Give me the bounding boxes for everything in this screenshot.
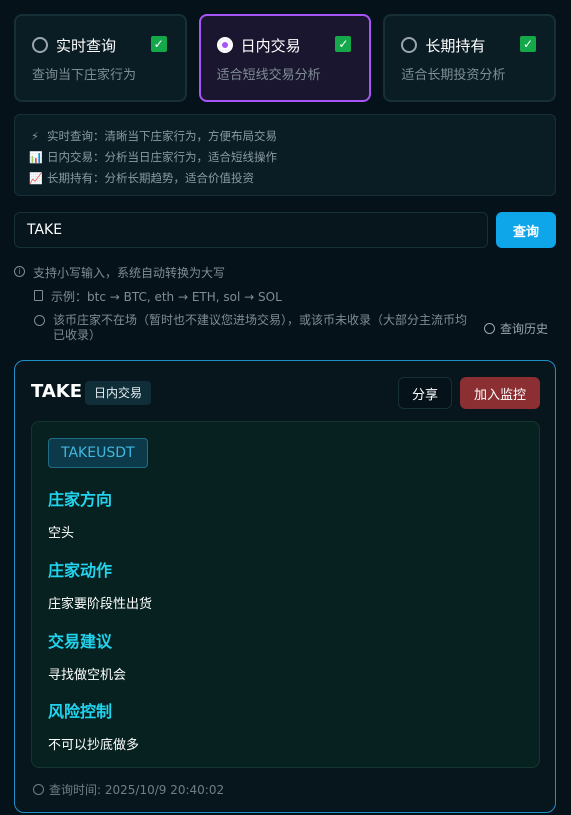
clock-icon bbox=[33, 784, 44, 795]
query-time-text: 查询时间: 2025/10/9 20:40:02 bbox=[49, 783, 225, 797]
query-button[interactable]: 查询 bbox=[496, 212, 556, 248]
section-value: 庄家要阶段性出货 bbox=[48, 597, 153, 612]
info-text: 日内交易：分析当日庄家行为，适合短线操作 bbox=[47, 150, 277, 164]
section-value: 不可以抄底做多 bbox=[48, 738, 140, 753]
radio-icon[interactable] bbox=[401, 37, 418, 53]
mode-selector: 实时查询 ✓ 查询当下庄家行为 日内交易 ✓ 适合短线交易分析 长期持有 ✓ 适… bbox=[14, 14, 557, 102]
section-heading: 庄家方向 bbox=[48, 490, 113, 509]
section-value: 空头 bbox=[48, 526, 75, 541]
query-timestamp: 查询时间: 2025/10/9 20:40:02 bbox=[33, 781, 224, 798]
info-line: 📈 长期持有：分析长期趋势，适合价值投资 bbox=[29, 168, 541, 189]
info-text: 长期持有：分析长期趋势，适合价值投资 bbox=[47, 171, 254, 185]
mode-card-longterm[interactable]: 长期持有 ✓ 适合长期投资分析 bbox=[383, 14, 557, 102]
mode-description: 适合短线交易分析 bbox=[216, 68, 321, 83]
section-heading: 风险控制 bbox=[48, 702, 113, 721]
info-line: ⚡ 实时查询：清晰当下庄家行为，方便布局交易 bbox=[29, 126, 541, 147]
section-action: 庄家动作 庄家要阶段性出货 bbox=[48, 557, 152, 612]
query-history-link[interactable]: 查询历史 bbox=[484, 320, 548, 337]
info-icon: i bbox=[14, 266, 25, 277]
analysis-panel: TAKEUSDT 庄家方向 空头 庄家动作 庄家要阶段性出货 交易建议 寻找做空… bbox=[31, 421, 540, 768]
trend-chart-icon: 📈 bbox=[29, 172, 43, 185]
hint-text: 示例：btc → BTC, eth → ETH, sol → SOL bbox=[51, 290, 282, 304]
checkbox-checked-icon[interactable]: ✓ bbox=[335, 36, 352, 52]
mode-card-intraday[interactable]: 日内交易 ✓ 适合短线交易分析 bbox=[198, 14, 372, 102]
info-line: 📊 日内交易：分析当日庄家行为，适合短线操作 bbox=[29, 147, 541, 168]
clock-icon bbox=[484, 323, 495, 334]
page: 实时查询 ✓ 查询当下庄家行为 日内交易 ✓ 适合短线交易分析 长期持有 ✓ 适… bbox=[0, 0, 571, 815]
symbol-search-input[interactable] bbox=[14, 212, 488, 248]
bar-chart-icon: 📊 bbox=[29, 151, 43, 164]
history-link-label: 查询历史 bbox=[500, 322, 549, 336]
radio-icon[interactable] bbox=[32, 37, 48, 53]
section-heading: 交易建议 bbox=[48, 632, 113, 651]
clock-icon bbox=[34, 315, 45, 326]
hint-not-found: 该币庄家不在场（暂时也不建议您进场交易），或该币未收录（大部分主流币均已收录） bbox=[34, 313, 474, 343]
mode-title: 实时查询 bbox=[56, 36, 117, 55]
hint-example: 示例：btc → BTC, eth → ETH, sol → SOL bbox=[34, 288, 282, 305]
mode-info-box: ⚡ 实时查询：清晰当下庄家行为，方便布局交易 📊 日内交易：分析当日庄家行为，适… bbox=[14, 114, 556, 196]
trading-pair-badge: TAKEUSDT bbox=[48, 438, 148, 468]
checkbox-checked-icon[interactable]: ✓ bbox=[150, 36, 167, 52]
lightning-icon: ⚡ bbox=[31, 130, 39, 143]
section-heading: 庄家动作 bbox=[48, 561, 113, 580]
mode-title: 日内交易 bbox=[240, 36, 301, 55]
section-suggestion: 交易建议 寻找做空机会 bbox=[48, 628, 126, 683]
mode-title: 长期持有 bbox=[425, 36, 486, 55]
add-monitor-button[interactable]: 加入监控 bbox=[460, 377, 540, 409]
checkbox-checked-icon[interactable]: ✓ bbox=[520, 36, 537, 52]
hint-text: 该币庄家不在场（暂时也不建议您进场交易），或该币未收录（大部分主流币均已收录） bbox=[53, 313, 468, 342]
hint-lowercase: i 支持小写输入，系统自动转换为大写 bbox=[14, 264, 225, 281]
section-value: 寻找做空机会 bbox=[48, 668, 127, 683]
hint-text: 支持小写输入，系统自动转换为大写 bbox=[33, 266, 226, 280]
document-icon bbox=[34, 290, 43, 301]
result-card: TAKE 日内交易 分享 加入监控 TAKEUSDT 庄家方向 空头 庄家动作 … bbox=[14, 360, 556, 813]
result-symbol: TAKE bbox=[31, 381, 83, 402]
section-risk: 风险控制 不可以抄底做多 bbox=[48, 698, 139, 753]
info-text: 实时查询：清晰当下庄家行为，方便布局交易 bbox=[47, 129, 277, 143]
section-direction: 庄家方向 空头 bbox=[48, 486, 112, 541]
share-button[interactable]: 分享 bbox=[398, 377, 452, 409]
mode-description: 适合长期投资分析 bbox=[401, 68, 506, 83]
radio-selected-icon[interactable] bbox=[216, 37, 233, 53]
mode-description: 查询当下庄家行为 bbox=[32, 68, 137, 83]
mode-tag-badge: 日内交易 bbox=[85, 381, 152, 405]
mode-card-realtime[interactable]: 实时查询 ✓ 查询当下庄家行为 bbox=[14, 14, 187, 102]
